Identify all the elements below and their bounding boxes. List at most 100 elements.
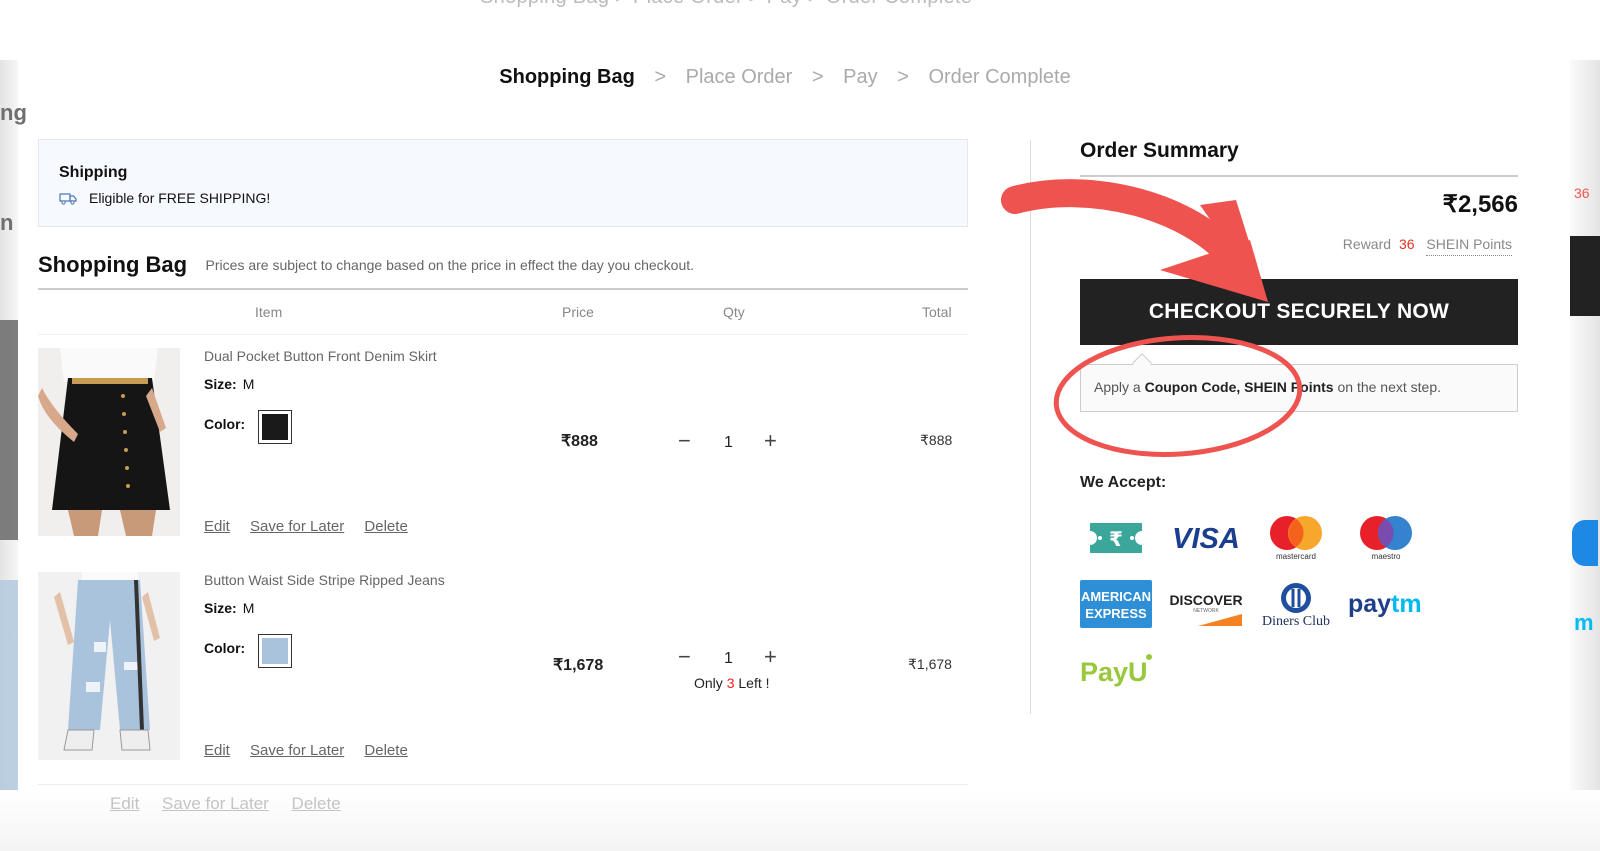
discover-icon: DISCOVER NETWORK <box>1168 582 1244 628</box>
stock-prefix: Only <box>694 675 723 691</box>
ghost-glyph: n <box>0 210 14 235</box>
shipping-message: Eligible for FREE SHIPPING! <box>89 190 271 206</box>
column-header-qty: Qty <box>723 304 745 320</box>
ghost-link: Save for Later <box>162 794 269 813</box>
paytm-icon: pay tm <box>1348 586 1424 622</box>
reward-points-link[interactable]: SHEIN Points <box>1426 236 1512 256</box>
ghost-glyph: ng <box>0 100 27 125</box>
item-price: ₹888 <box>561 433 598 450</box>
cash-on-delivery-icon: ₹ <box>1086 519 1146 557</box>
payu-icon: PayU <box>1078 648 1154 690</box>
column-header-total: Total <box>922 304 952 320</box>
stock-count: 3 <box>726 675 735 691</box>
background-edge-left: ng n <box>0 60 27 800</box>
stock-warning: Only 3 Left ! <box>694 675 770 691</box>
ghost-link: Delete <box>291 794 341 813</box>
swatch-fill <box>262 638 288 664</box>
save-for-later-link[interactable]: Save for Later <box>250 518 344 535</box>
visa-icon: VISA <box>1168 519 1244 557</box>
row-divider <box>38 334 968 335</box>
reward-prefix: Reward <box>1342 236 1392 252</box>
swatch-fill <box>262 414 288 440</box>
color-swatch[interactable] <box>258 410 292 444</box>
ghost-next-item: Edit Save for Later Delete <box>0 790 1600 851</box>
breadcrumb-separator: > <box>654 66 667 88</box>
we-accept-label: We Accept: <box>1080 474 1167 491</box>
qty-value[interactable]: 1 <box>724 434 733 452</box>
summary-rule <box>1080 175 1518 177</box>
shipping-title: Shipping <box>59 164 128 181</box>
svg-text:tm: tm <box>1391 590 1422 618</box>
product-name[interactable]: Dual Pocket Button Front Denim Skirt <box>204 348 437 364</box>
item-total: ₹888 <box>920 432 953 448</box>
breadcrumb-step-order-complete: Order Complete <box>928 66 1071 88</box>
svg-text:maestro: maestro <box>1372 552 1401 561</box>
qty-increase-button[interactable]: + <box>764 646 777 668</box>
mastercard-icon: mastercard <box>1264 512 1328 562</box>
svg-text:PayU: PayU <box>1080 657 1148 687</box>
item-actions: Edit Save for Later Delete <box>204 742 424 759</box>
bag-title: Shopping Bag <box>38 252 188 277</box>
ghost-glyph: 36 <box>1574 185 1590 201</box>
ghost-icon <box>1572 520 1598 566</box>
save-for-later-link[interactable]: Save for Later <box>250 742 344 759</box>
amex-icon: AMERICAN EXPRESS <box>1080 580 1152 628</box>
checkout-breadcrumb: Shopping Bag > Place Order > Pay > Order… <box>0 66 1570 89</box>
truck-icon <box>59 192 77 205</box>
size-value: M <box>242 600 255 616</box>
color-swatch[interactable] <box>258 634 292 668</box>
qty-increase-button[interactable]: + <box>764 430 777 452</box>
ghost-image <box>0 580 18 800</box>
size-label: Size: <box>204 376 237 392</box>
edit-link[interactable]: Edit <box>204 518 230 535</box>
color-label: Color: <box>204 416 246 432</box>
size-label: Size: <box>204 600 237 616</box>
row-divider <box>38 784 968 785</box>
svg-text:AMERICAN: AMERICAN <box>1081 589 1151 604</box>
product-name[interactable]: Button Waist Side Stripe Ripped Jeans <box>204 572 445 588</box>
breadcrumb-separator: > <box>897 66 909 88</box>
product-image-skirt[interactable] <box>38 348 180 536</box>
breadcrumb-step-shopping-bag[interactable]: Shopping Bag <box>499 66 635 88</box>
svg-text:NETWORK: NETWORK <box>1193 608 1219 614</box>
svg-text:VISA: VISA <box>1172 523 1240 555</box>
qty-decrease-button[interactable]: − <box>678 646 691 668</box>
svg-text:₹: ₹ <box>1109 527 1123 551</box>
product-size: Size: M <box>204 376 254 392</box>
annotation-arrow <box>1001 179 1249 274</box>
svg-text:Diners Club: Diners Club <box>1262 614 1330 628</box>
ghost-links: Edit Save for Later Delete <box>110 794 359 814</box>
svg-text:DISCOVER: DISCOVER <box>1169 592 1242 608</box>
coupon-suffix: on the next step. <box>1337 379 1442 395</box>
maestro-icon: maestro <box>1354 512 1418 562</box>
stock-suffix: Left ! <box>738 675 770 691</box>
edit-link[interactable]: Edit <box>204 742 230 759</box>
breadcrumb-separator: > <box>811 66 824 88</box>
breadcrumb-step-pay: Pay <box>843 66 878 88</box>
qty-value[interactable]: 1 <box>724 650 733 668</box>
breadcrumb-step-place-order: Place Order <box>685 66 793 88</box>
column-header-item: Item <box>255 304 283 320</box>
background-edge-right: 36 m <box>1570 60 1600 800</box>
delete-link[interactable]: Delete <box>364 518 407 535</box>
column-divider <box>1030 140 1031 714</box>
ghost-breadcrumb: Shopping Bag > Place Order > Pay > Order… <box>480 0 972 9</box>
delete-link[interactable]: Delete <box>364 742 407 759</box>
item-actions: Edit Save for Later Delete <box>204 518 424 535</box>
bag-price-note: Prices are subject to change based on th… <box>205 257 695 273</box>
checkout-button[interactable]: CHECKOUT SECURELY NOW <box>1080 279 1518 345</box>
ghost-glyph: m <box>1574 610 1594 635</box>
coupon-prefix: Apply a <box>1094 379 1141 395</box>
coupon-bold: Coupon Code, SHEIN Points <box>1144 379 1334 395</box>
shipping-notice: Shipping Eligible for FREE SHIPPING! <box>38 139 968 227</box>
size-value: M <box>242 376 255 392</box>
product-image-jeans[interactable] <box>38 572 180 760</box>
cart-item-ripped-jeans: Button Waist Side Stripe Ripped Jeans Si… <box>38 572 968 772</box>
qty-decrease-button[interactable]: − <box>678 430 691 452</box>
item-total: ₹1,678 <box>908 656 952 672</box>
svg-text:pay: pay <box>1348 590 1391 618</box>
ghost-button <box>1570 236 1600 316</box>
cart-item-denim-skirt: Dual Pocket Button Front Denim Skirt Siz… <box>38 348 968 548</box>
order-total: ₹2,566 <box>1442 191 1518 218</box>
color-label: Color: <box>204 640 246 656</box>
